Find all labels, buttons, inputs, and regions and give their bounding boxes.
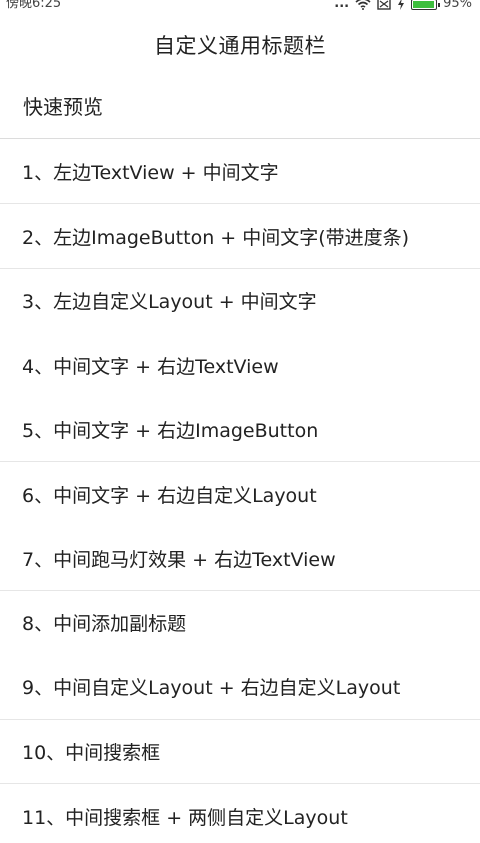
sim-card-icon [377,0,391,10]
list-item-label: 6、中间文字 + 右边自定义Layout [22,484,317,507]
list-item-label: 11、中间搜索框 + 两侧自定义Layout [22,806,348,829]
list-item-1[interactable]: 1、左边TextView + 中间文字 [0,140,480,205]
list-item-label: 9、中间自定义Layout + 右边自定义Layout [22,677,401,700]
status-time: 傍晚6:25 [6,0,62,11]
battery-icon [411,0,441,10]
wifi-icon [355,0,371,10]
list-item-11[interactable]: 11、中间搜索框 + 两侧自定义Layout [0,784,480,843]
demo-list: 1、左边TextView + 中间文字 2、左边ImageButton + 中间… [0,140,480,843]
section-header: 快速预览 [0,76,480,139]
battery-percent: 95% [443,0,472,11]
app-screen: 傍晚6:25 ... 95% 自定义通用标题栏 快速预览 1、左边TextVie… [0,0,480,843]
page-title: 自定义通用标题栏 [154,34,326,58]
list-item-label: 1、左边TextView + 中间文字 [22,162,279,185]
list-item-4[interactable]: 4、中间文字 + 右边TextView [0,333,480,397]
list-item-label: 10、中间搜索框 [22,741,161,764]
list-item-label: 7、中间跑马灯效果 + 右边TextView [22,548,336,571]
list-item-8[interactable]: 8、中间添加副标题 [0,591,480,655]
list-item-2[interactable]: 2、左边ImageButton + 中间文字(带进度条) [0,204,480,269]
list-item-label: 8、中间添加副标题 [22,613,187,636]
list-item-3[interactable]: 3、左边自定义Layout + 中间文字 [0,269,480,333]
list-item-label: 2、左边ImageButton + 中间文字(带进度条) [22,226,410,249]
status-icons: ... 95% [334,0,472,13]
charging-icon [398,0,405,10]
battery-fill [413,0,434,8]
list-item-10[interactable]: 10、中间搜索框 [0,720,480,784]
title-bar: 自定义通用标题栏 [0,14,480,76]
list-item-6[interactable]: 6、中间文字 + 右边自定义Layout [0,462,480,526]
status-bar: 傍晚6:25 ... 95% [0,0,480,14]
list-item-7[interactable]: 7、中间跑马灯效果 + 右边TextView [0,526,480,591]
list-item-5[interactable]: 5、中间文字 + 右边ImageButton [0,398,480,462]
more-dots-icon: ... [334,0,350,11]
list-item-label: 5、中间文字 + 右边ImageButton [22,419,319,442]
list-item-label: 4、中间文字 + 右边TextView [22,355,279,378]
list-item-label: 3、左边自定义Layout + 中间文字 [22,291,317,314]
section-title: 快速预览 [23,95,103,119]
list-item-9[interactable]: 9、中间自定义Layout + 右边自定义Layout [0,655,480,720]
